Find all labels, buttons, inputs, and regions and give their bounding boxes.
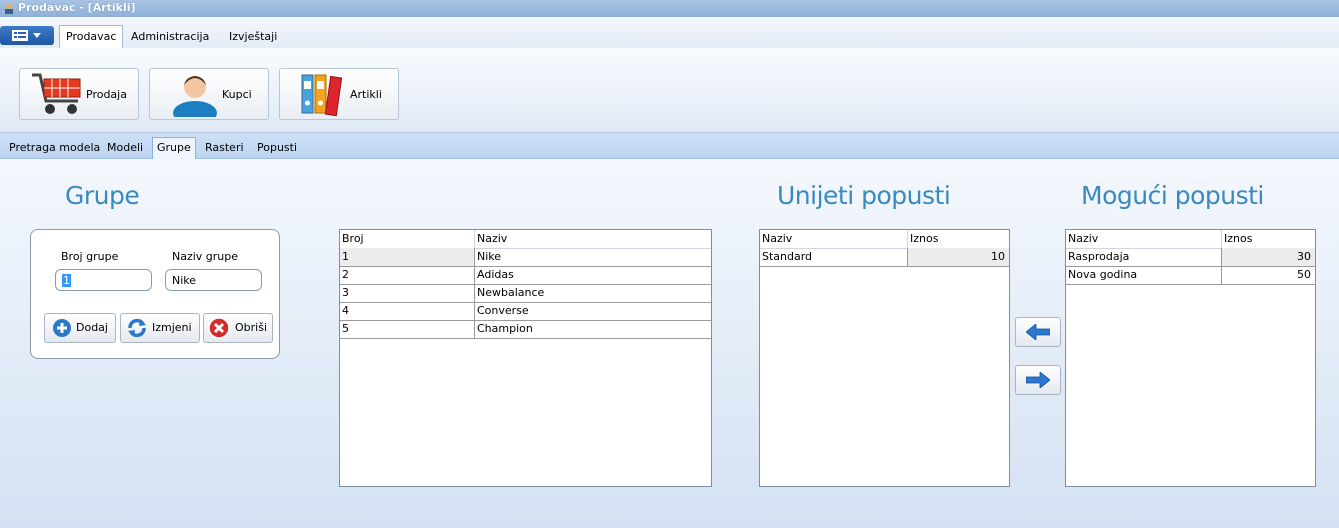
- tab-rasteri[interactable]: Rasteri: [201, 140, 248, 158]
- column-header-broj[interactable]: Broj: [340, 230, 475, 248]
- ribbon: Prodaja Kupci Artikli: [0, 48, 1339, 133]
- column-header-naziv[interactable]: Naziv: [475, 230, 711, 248]
- tab-pretraga-modela[interactable]: Pretraga modela: [5, 140, 104, 158]
- table-row[interactable]: 2 Adidas: [340, 266, 711, 285]
- table-cell: Nike: [477, 250, 502, 263]
- table-cell: 50: [1297, 268, 1311, 281]
- edit-label: Izmjeni: [152, 321, 192, 334]
- table-cell: Converse: [477, 304, 529, 317]
- arrow-right-icon: [1026, 372, 1050, 388]
- menu-strip: Prodavac Administracija Izvještaji: [0, 17, 1339, 49]
- tab-izvjestaji[interactable]: Izvještaji: [223, 26, 283, 48]
- possible-discounts-table[interactable]: Naziv Iznos Rasprodaja 30 Nova godina 50: [1065, 229, 1316, 487]
- plus-icon: [53, 319, 71, 337]
- table-header: Broj Naziv: [340, 230, 711, 249]
- table-cell: Adidas: [477, 268, 514, 281]
- title-bar: Prodavac - [Artikli]: [0, 0, 1339, 17]
- table-cell: Nova godina: [1066, 266, 1222, 284]
- table-row[interactable]: 5 Champion: [340, 320, 711, 339]
- table-row[interactable]: 3 Newbalance: [340, 284, 711, 303]
- groups-table[interactable]: Broj Naziv 1 Nike 2 Adidas 3 Newbalance …: [339, 229, 712, 487]
- delete-label: Obriši: [235, 321, 268, 334]
- table-cell: Rasprodaja: [1066, 248, 1222, 266]
- tab-administracija[interactable]: Administracija: [125, 26, 215, 48]
- table-cell: Newbalance: [477, 286, 545, 299]
- broj-grupe-label: Broj grupe: [61, 250, 119, 263]
- tab-prodavac[interactable]: Prodavac: [59, 25, 124, 48]
- table-cell: 1: [340, 248, 475, 266]
- table-cell: 4: [340, 302, 475, 320]
- column-header-naziv[interactable]: Naziv: [760, 230, 908, 248]
- subtab-strip: Pretraga modela Modeli Grupe Rasteri Pop…: [0, 133, 1339, 159]
- kupci-button[interactable]: Kupci: [149, 68, 269, 120]
- user-icon: [173, 76, 217, 117]
- kupci-label: Kupci: [222, 88, 252, 101]
- prodaja-button[interactable]: Prodaja: [19, 68, 139, 120]
- broj-grupe-value: 1: [62, 274, 71, 287]
- table-cell: 5: [340, 320, 475, 338]
- table-row[interactable]: 1 Nike: [340, 248, 711, 267]
- window-title: Prodavac - [Artikli]: [18, 1, 136, 14]
- column-header-iznos[interactable]: Iznos: [908, 230, 1009, 248]
- table-row[interactable]: Nova godina 50: [1066, 266, 1315, 285]
- app-menu-button[interactable]: [0, 26, 54, 45]
- tab-popusti[interactable]: Popusti: [253, 140, 301, 158]
- binders-icon: [301, 74, 343, 117]
- broj-grupe-field[interactable]: 1: [55, 269, 152, 291]
- table-cell: 10: [908, 248, 1009, 266]
- table-row[interactable]: Rasprodaja 30: [1066, 248, 1315, 267]
- possible-discounts-heading: Mogući popusti: [1081, 181, 1264, 210]
- move-left-button[interactable]: [1015, 317, 1061, 347]
- artikli-button[interactable]: Artikli: [279, 68, 399, 120]
- column-header-naziv[interactable]: Naziv: [1066, 230, 1222, 248]
- move-right-button[interactable]: [1015, 365, 1061, 395]
- column-header-iznos[interactable]: Iznos: [1222, 230, 1315, 248]
- tab-modeli[interactable]: Modeli: [103, 140, 147, 158]
- table-row[interactable]: Standard 10: [760, 248, 1009, 267]
- naziv-grupe-label: Naziv grupe: [172, 250, 239, 263]
- table-row[interactable]: 4 Converse: [340, 302, 711, 321]
- grupe-heading: Grupe: [65, 181, 140, 210]
- shopping-cart-icon: [32, 73, 81, 114]
- entered-discounts-table[interactable]: Naziv Iznos Standard 10: [759, 229, 1010, 487]
- add-label: Dodaj: [76, 321, 108, 334]
- table-cell: 30: [1222, 248, 1315, 266]
- tab-grupe[interactable]: Grupe: [152, 137, 196, 159]
- table-header: Naziv Iznos: [1066, 230, 1315, 249]
- edit-button[interactable]: Izmjeni: [120, 313, 200, 343]
- entered-discounts-heading: Unijeti popusti: [777, 181, 951, 210]
- naziv-grupe-field[interactable]: Nike: [165, 269, 262, 291]
- add-button[interactable]: Dodaj: [44, 313, 116, 343]
- table-cell: 2: [340, 266, 475, 284]
- table-cell: Standard: [760, 248, 908, 266]
- table-header: Naziv Iznos: [760, 230, 1009, 249]
- delete-button[interactable]: Obriši: [203, 313, 273, 343]
- prodaja-label: Prodaja: [86, 88, 127, 101]
- app-icon: [5, 3, 13, 14]
- table-cell: 3: [340, 284, 475, 302]
- close-icon: [208, 317, 230, 339]
- list-icon: [12, 30, 28, 41]
- artikli-label: Artikli: [350, 88, 382, 101]
- chevron-down-icon: [33, 33, 41, 38]
- arrow-left-icon: [1026, 324, 1050, 340]
- refresh-icon: [128, 318, 146, 338]
- table-cell: Champion: [477, 322, 533, 335]
